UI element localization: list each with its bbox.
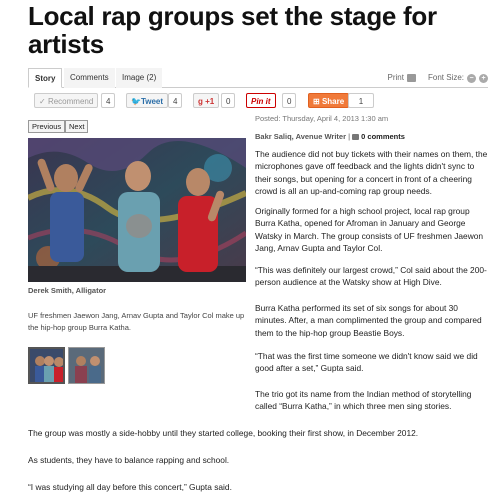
recommend-button[interactable]: ✓ Recommend bbox=[34, 93, 99, 108]
pinit-button[interactable]: Pin it bbox=[246, 93, 276, 108]
article-headline: Local rap groups set the stage for artis… bbox=[28, 1, 437, 59]
posted-date: Posted: Thursday, April 4, 2013 1:30 am bbox=[255, 114, 389, 123]
tab-images[interactable]: Image (2) bbox=[116, 68, 163, 88]
thumbnail-1[interactable] bbox=[28, 347, 65, 384]
previous-image-button[interactable]: Previous bbox=[28, 120, 66, 133]
recommend-count: 4 bbox=[101, 93, 116, 108]
font-decrease-button[interactable]: − bbox=[467, 73, 476, 83]
article-paragraph: “This was definitely our largest crowd,”… bbox=[255, 265, 487, 288]
byline: Bakr Saliq, Avenue Writer | 0 comments bbox=[255, 132, 405, 141]
print-link[interactable]: Print bbox=[388, 68, 404, 88]
article-paragraph: “I was studying all day before this conc… bbox=[28, 482, 232, 492]
thumbnail-2-image bbox=[69, 348, 104, 383]
tab-story[interactable]: Story bbox=[28, 68, 63, 88]
gplus-button[interactable]: g +1 bbox=[193, 93, 220, 108]
thumbnail-1-image bbox=[30, 349, 63, 382]
font-increase-button[interactable]: + bbox=[479, 73, 488, 83]
comment-icon bbox=[352, 134, 360, 141]
share-count: 1 bbox=[348, 93, 374, 108]
photo-credit: Derek Smith, Alligator bbox=[28, 286, 107, 295]
share-icon: ⊞ bbox=[313, 97, 322, 106]
tweet-count: 4 bbox=[168, 93, 183, 108]
tab-comments[interactable]: Comments bbox=[64, 68, 115, 88]
article-photo[interactable] bbox=[28, 138, 246, 282]
font-size-label: Font Size: bbox=[427, 73, 464, 82]
author-name[interactable]: Bakr Saliq, Avenue Writer bbox=[255, 132, 346, 141]
next-image-button[interactable]: Next bbox=[65, 120, 89, 133]
photo-caption: UF freshmen Jaewon Jang, Arnav Gupta and… bbox=[28, 311, 245, 332]
pinit-count: 0 bbox=[282, 93, 297, 108]
check-icon: ✓ bbox=[39, 97, 48, 106]
article-paragraph: As students, they have to balance rappin… bbox=[28, 455, 230, 465]
share-bar: ✓ Recommend 4 🐦Tweet 4 g +1 0 Pin it 0 ⊞… bbox=[28, 93, 488, 109]
print-icon[interactable] bbox=[406, 74, 416, 82]
article-paragraph: Burra Katha performed its set of six son… bbox=[255, 303, 482, 338]
article-paragraph: Originally formed for a high school proj… bbox=[255, 206, 484, 254]
article-tabs: Story Comments Image (2) Print Font Size… bbox=[28, 68, 488, 88]
article-paragraph: The group was mostly a side-hobby until … bbox=[28, 428, 419, 438]
thumbnail-2[interactable] bbox=[68, 347, 105, 384]
comments-link[interactable]: 0 comments bbox=[361, 132, 405, 141]
share-button[interactable]: ⊞ Share bbox=[308, 93, 350, 108]
article-paragraph: The audience did not buy tickets with th… bbox=[255, 149, 488, 197]
article-paragraph: The trio got its name from the Indian me… bbox=[255, 389, 472, 412]
twitter-icon: 🐦 bbox=[131, 97, 141, 106]
tweet-button[interactable]: 🐦Tweet bbox=[126, 93, 169, 108]
article-tools: Print Font Size: − + bbox=[388, 68, 488, 88]
rap-group-photo-image bbox=[28, 138, 246, 282]
gplus-count: 0 bbox=[221, 93, 236, 108]
article-paragraph: “That was the first time someone we didn… bbox=[255, 351, 478, 374]
